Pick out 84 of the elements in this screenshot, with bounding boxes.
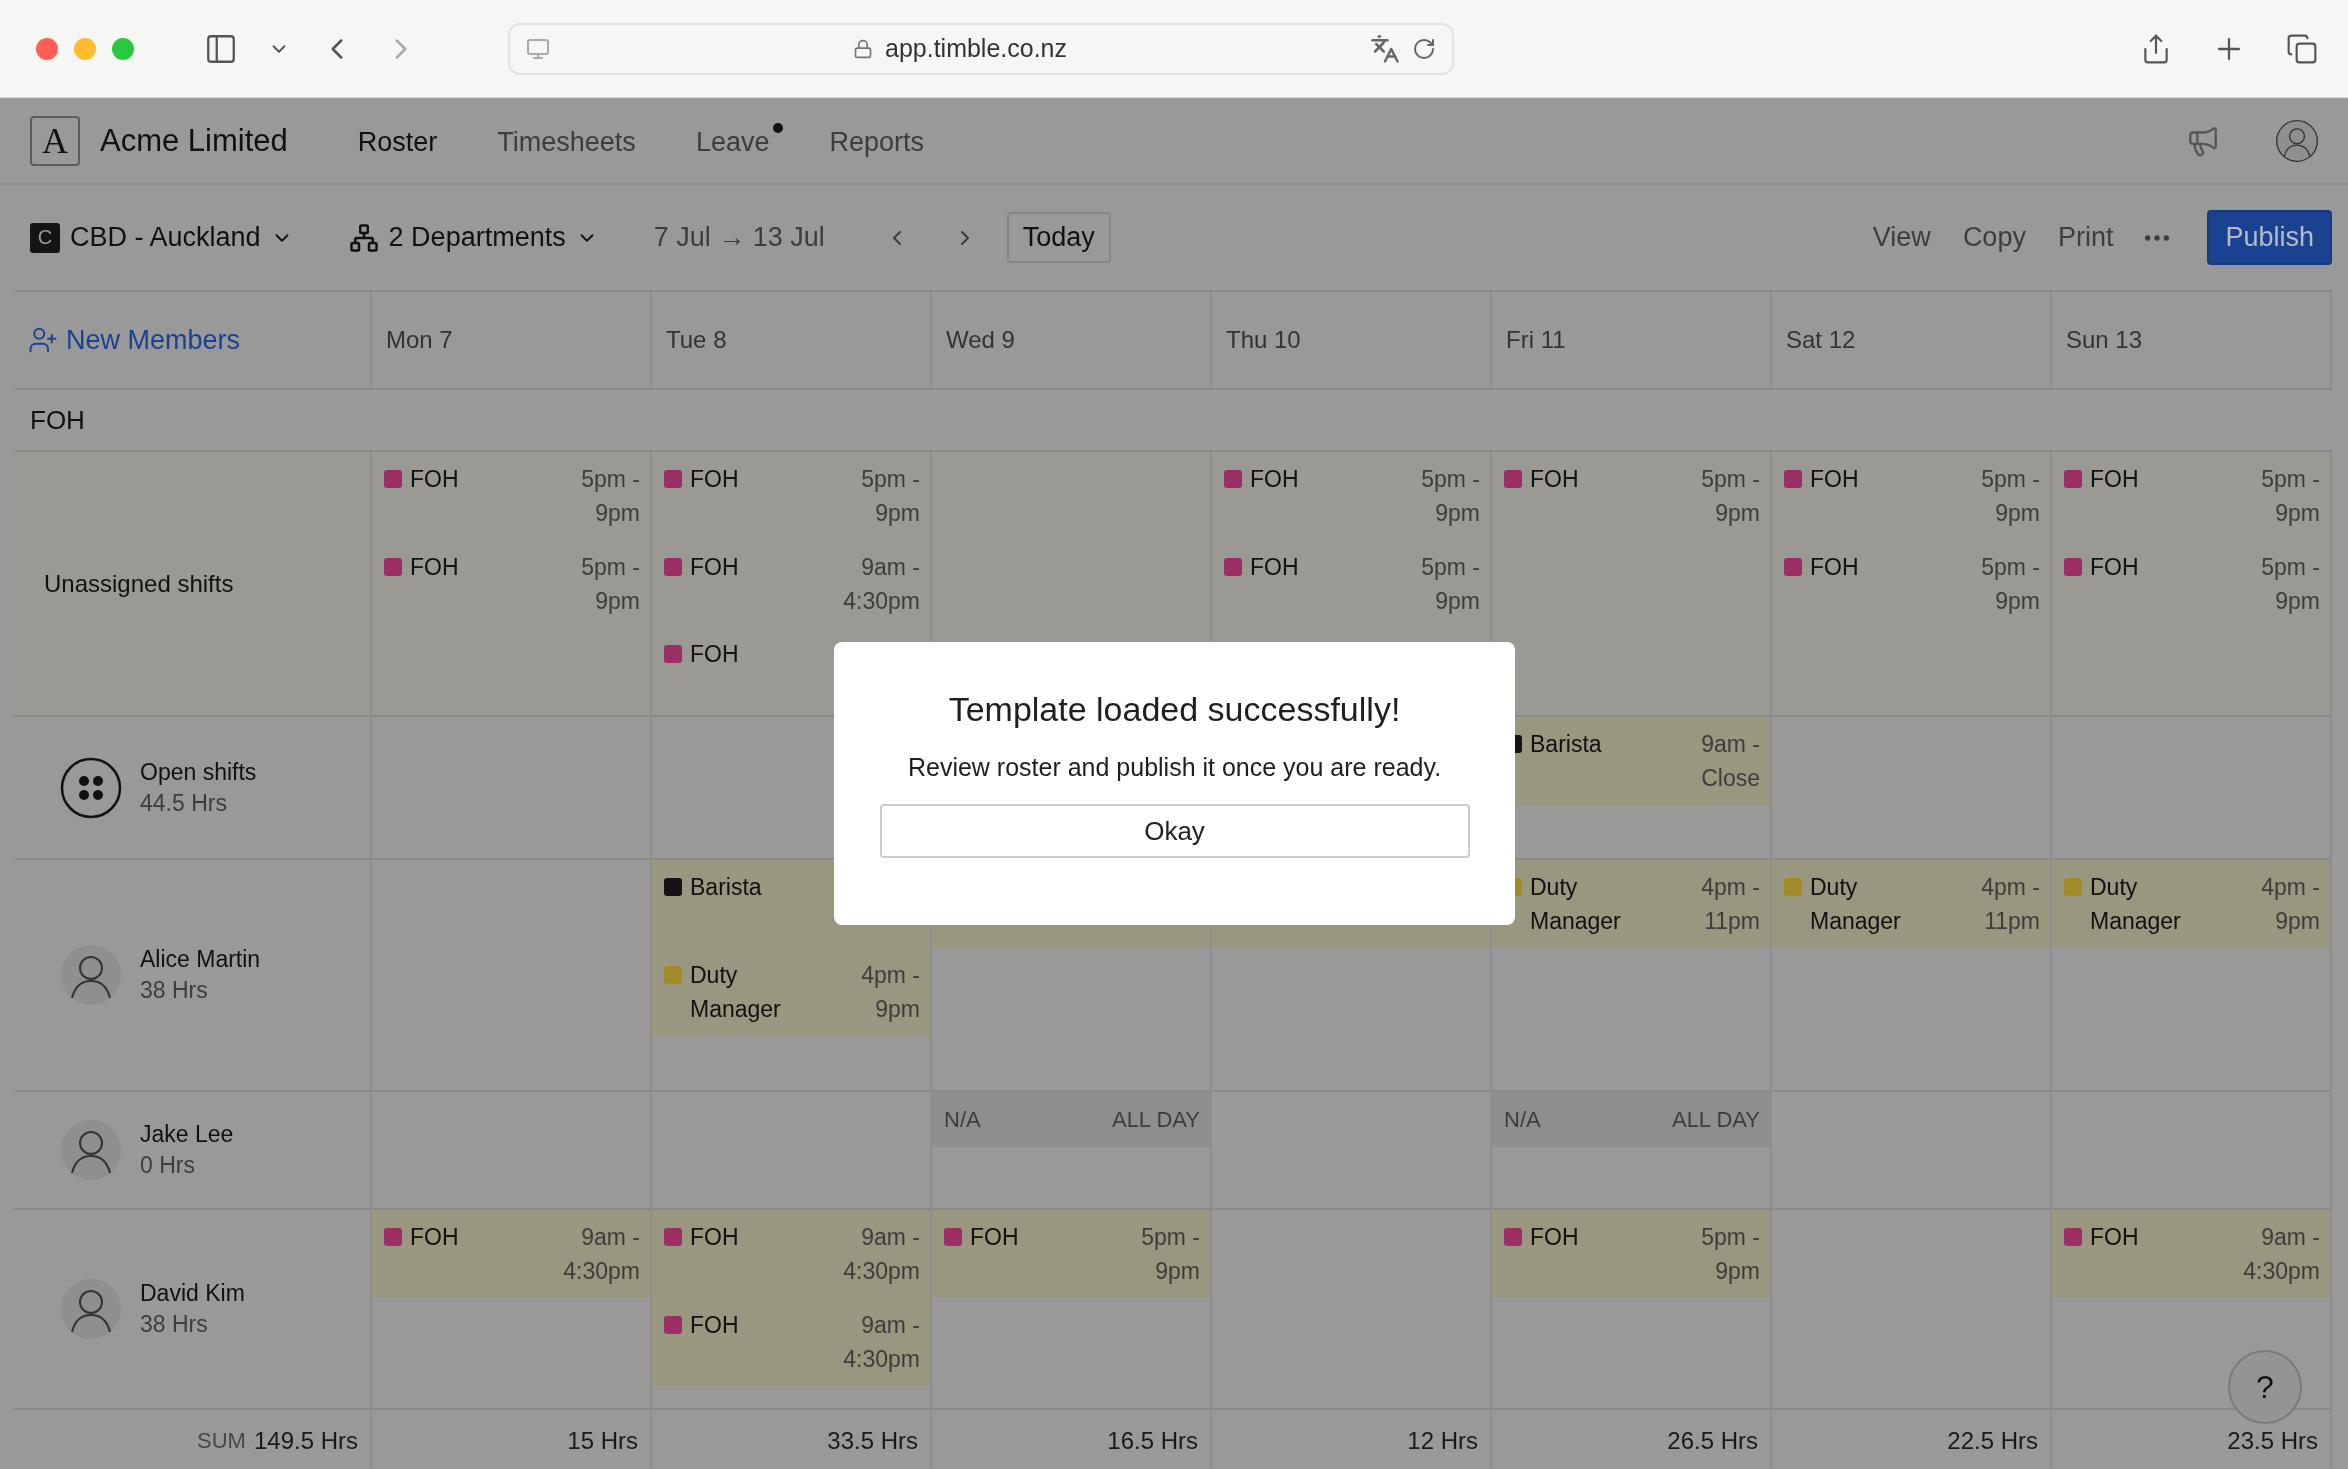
shift-label: FOH	[1810, 553, 1859, 582]
sum-label: SUM	[197, 1427, 246, 1454]
member-name: David Kim	[140, 1280, 245, 1307]
date-range: 7 Jul → 13 Jul	[653, 222, 825, 253]
day-total: 26.5 Hrs	[1667, 1426, 1758, 1455]
sum-total: 149.5 Hrs	[253, 1426, 358, 1455]
shift-time: 4pm - 9pm	[860, 961, 920, 1024]
shift-label: FOH	[1810, 465, 1859, 494]
shift-time: 5pm - 9pm	[2260, 465, 2320, 528]
shift-label: FOH	[1250, 465, 1299, 494]
section-title: FOH	[30, 404, 85, 436]
shift-time: 5pm - 9pm	[1700, 1223, 1760, 1286]
shift-label: FOH	[690, 1223, 739, 1252]
shift-time: 5pm - 9pm	[580, 553, 640, 616]
unavailable-label: N/A	[944, 1106, 981, 1133]
unavailable-label: N/A	[1504, 1106, 1541, 1133]
shift-time: 5pm - 9pm	[1140, 1223, 1200, 1286]
member-name: Alice Martin	[140, 946, 261, 973]
day-total: 16.5 Hrs	[1107, 1426, 1198, 1455]
shift-time: 5pm - 9pm	[1980, 553, 2040, 616]
shift-label: FOH	[410, 1223, 459, 1252]
shift-time: 5pm - 9pm	[860, 465, 920, 528]
shift-time: 5pm - 9pm	[1420, 553, 1480, 616]
member-name: Jake Lee	[140, 1121, 234, 1148]
shift-label: FOH	[970, 1223, 1019, 1252]
shift-label: FOH	[690, 552, 739, 582]
shift-label: FOH	[1530, 1223, 1579, 1252]
shift-time: 9am - 4:30pm	[562, 1223, 640, 1286]
day-total: 23.5 Hrs	[2227, 1426, 2318, 1455]
shift-time: 9am - Close	[1700, 730, 1760, 793]
shift-label: FOH	[410, 553, 459, 582]
shift-label: Duty Manager	[1530, 873, 1622, 936]
shift-label: FOH	[690, 1311, 739, 1340]
shift-time: 4pm - 11pm	[1700, 873, 1760, 936]
shift-label: FOH	[2090, 465, 2139, 494]
shift-time: 5pm - 9pm	[1980, 465, 2040, 528]
company-name: Acme Limited	[100, 122, 288, 159]
shift-time: 4pm - 11pm	[1980, 873, 2040, 936]
unavailable-time: ALL DAY	[1111, 1106, 1200, 1133]
departments-label: 2 Departments	[388, 222, 566, 253]
shift-label: FOH	[690, 640, 739, 670]
shift-time: 5pm - 9pm	[1420, 465, 1480, 528]
day-header: Mon 7	[386, 326, 453, 354]
row-title: Unassigned shifts	[44, 569, 234, 598]
shift-time: 5pm - 9pm	[1700, 465, 1760, 528]
day-total: 33.5 Hrs	[827, 1426, 918, 1455]
day-total: 22.5 Hrs	[1947, 1426, 2038, 1455]
day-header: Fri 11	[1506, 326, 1566, 354]
shift-label: Duty Manager	[1810, 873, 1902, 936]
shift-time: 5pm - 9pm	[2260, 553, 2320, 616]
day-total: 12 Hrs	[1407, 1426, 1478, 1455]
shift-time: 9am - 4:30pm	[842, 1223, 920, 1286]
member-hours: 0 Hrs	[140, 1152, 196, 1179]
location-label: CBD - Auckland	[70, 222, 261, 253]
member-hours: 44.5 Hrs	[140, 789, 228, 817]
day-total: 15 Hrs	[567, 1426, 638, 1455]
shift-label: FOH	[2090, 553, 2139, 582]
shift-label: Barista	[690, 873, 762, 902]
shift-label: Duty Manager	[690, 961, 782, 1024]
shift-label: Duty Manager	[2090, 873, 2182, 936]
day-header: Thu 10	[1226, 326, 1301, 354]
shift-label: Barista	[1530, 730, 1602, 759]
member-name: Open shifts	[140, 758, 257, 786]
shift-label: FOH	[410, 465, 459, 494]
shift-time: 9am - 4:30pm	[842, 1311, 920, 1374]
url-text: app.timble.co.nz	[885, 34, 1068, 63]
day-header: Sat 12	[1786, 326, 1856, 354]
day-header: Wed 9	[946, 326, 1015, 354]
modal-message: Review roster and publish it once you are ready.	[907, 753, 1442, 782]
shift-time: 9am - 4:30pm	[2242, 1223, 2320, 1286]
shift-time: 9am - 4:30pm	[842, 552, 920, 616]
company-logo: A	[30, 115, 80, 166]
unavailable-time: ALL DAY	[1671, 1106, 1760, 1133]
shift-label: FOH	[1250, 553, 1299, 582]
member-hours: 38 Hrs	[140, 977, 209, 1004]
day-header: Sun 13	[2066, 326, 2143, 354]
shift-label: FOH	[1530, 465, 1579, 494]
day-header: Tue 8	[666, 326, 727, 354]
location-badge: C	[30, 222, 60, 253]
member-hours: 38 Hrs	[140, 1311, 209, 1338]
shift-label: FOH	[2090, 1223, 2139, 1252]
shift-time: 5pm - 9pm	[580, 465, 640, 528]
shift-time: 4pm - 9pm	[2260, 873, 2320, 936]
shift-label: FOH	[690, 465, 739, 494]
